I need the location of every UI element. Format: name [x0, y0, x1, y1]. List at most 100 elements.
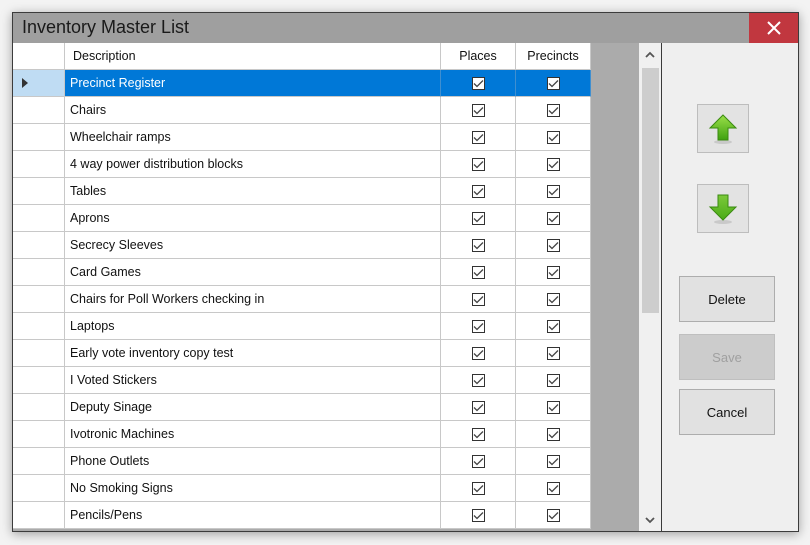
places-checkbox[interactable] — [471, 454, 485, 468]
row-header[interactable] — [13, 124, 65, 151]
row-header[interactable] — [13, 502, 65, 529]
move-down-button[interactable] — [697, 184, 749, 233]
row-header[interactable] — [13, 259, 65, 286]
description-cell[interactable]: Laptops — [65, 313, 441, 340]
row-header[interactable] — [13, 178, 65, 205]
title-bar[interactable]: Inventory Master List — [13, 13, 798, 44]
description-cell[interactable]: Early vote inventory copy test — [65, 340, 441, 367]
table-row[interactable]: Pencils/Pens — [13, 502, 591, 529]
description-cell[interactable]: Phone Outlets — [65, 448, 441, 475]
description-cell[interactable]: Tables — [65, 178, 441, 205]
precincts-checkbox[interactable] — [546, 265, 560, 279]
precincts-checkbox[interactable] — [546, 319, 560, 333]
scroll-up-button[interactable] — [639, 43, 661, 65]
table-row[interactable]: Ivotronic Machines — [13, 421, 591, 448]
description-cell[interactable]: Wheelchair ramps — [65, 124, 441, 151]
precincts-checkbox[interactable] — [546, 157, 560, 171]
description-cell[interactable]: Chairs — [65, 97, 441, 124]
precincts-checkbox[interactable] — [546, 184, 560, 198]
table-row[interactable]: Chairs for Poll Workers checking in — [13, 286, 591, 313]
places-checkbox[interactable] — [471, 184, 485, 198]
table-row[interactable]: 4 way power distribution blocks — [13, 151, 591, 178]
vertical-scrollbar[interactable] — [639, 43, 661, 531]
description-cell[interactable]: No Smoking Signs — [65, 475, 441, 502]
move-up-button[interactable] — [697, 104, 749, 153]
places-checkbox[interactable] — [471, 373, 485, 387]
column-header-places[interactable]: Places — [441, 43, 516, 70]
places-checkbox[interactable] — [471, 157, 485, 171]
places-checkbox[interactable] — [471, 292, 485, 306]
places-checkbox[interactable] — [471, 481, 485, 495]
description-cell[interactable]: Deputy Sinage — [65, 394, 441, 421]
precincts-checkbox[interactable] — [546, 481, 560, 495]
table-row[interactable]: Early vote inventory copy test — [13, 340, 591, 367]
description-cell[interactable]: Card Games — [65, 259, 441, 286]
scroll-down-button[interactable] — [639, 509, 661, 531]
places-checkbox[interactable] — [471, 238, 485, 252]
description-cell[interactable]: Ivotronic Machines — [65, 421, 441, 448]
table-row[interactable]: Card Games — [13, 259, 591, 286]
precincts-checkbox[interactable] — [546, 373, 560, 387]
precincts-checkbox[interactable] — [546, 400, 560, 414]
table-row[interactable]: Chairs — [13, 97, 591, 124]
row-header[interactable] — [13, 367, 65, 394]
table-row[interactable]: Precinct Register — [13, 70, 591, 97]
description-cell[interactable]: Secrecy Sleeves — [65, 232, 441, 259]
precincts-checkbox[interactable] — [546, 76, 560, 90]
precincts-checkbox[interactable] — [546, 508, 560, 522]
description-cell[interactable]: Aprons — [65, 205, 441, 232]
row-header[interactable] — [13, 313, 65, 340]
precincts-checkbox[interactable] — [546, 454, 560, 468]
precincts-checkbox[interactable] — [546, 427, 560, 441]
description-cell[interactable]: Pencils/Pens — [65, 502, 441, 529]
description-cell[interactable]: Precinct Register — [65, 70, 441, 97]
places-checkbox[interactable] — [471, 76, 485, 90]
window-title: Inventory Master List — [22, 17, 190, 37]
table-row[interactable]: I Voted Stickers — [13, 367, 591, 394]
places-checkbox[interactable] — [471, 211, 485, 225]
delete-button[interactable]: Delete — [679, 276, 775, 322]
row-header[interactable] — [13, 394, 65, 421]
table-row[interactable]: Aprons — [13, 205, 591, 232]
places-checkbox[interactable] — [471, 400, 485, 414]
places-checkbox[interactable] — [471, 265, 485, 279]
close-button[interactable] — [749, 13, 798, 43]
row-header[interactable] — [13, 151, 65, 178]
places-checkbox[interactable] — [471, 319, 485, 333]
places-checkbox[interactable] — [471, 346, 485, 360]
places-checkbox[interactable] — [471, 130, 485, 144]
precincts-checkbox[interactable] — [546, 103, 560, 117]
places-checkbox[interactable] — [471, 508, 485, 522]
precincts-checkbox[interactable] — [546, 238, 560, 252]
precincts-checkbox[interactable] — [546, 292, 560, 306]
precincts-checkbox[interactable] — [546, 211, 560, 225]
row-header[interactable] — [13, 97, 65, 124]
table-row[interactable]: Laptops — [13, 313, 591, 340]
table-row[interactable]: No Smoking Signs — [13, 475, 591, 502]
precincts-checkbox[interactable] — [546, 346, 560, 360]
row-header[interactable] — [13, 232, 65, 259]
row-header[interactable] — [13, 340, 65, 367]
table-row[interactable]: Wheelchair ramps — [13, 124, 591, 151]
cancel-button[interactable]: Cancel — [679, 389, 775, 435]
table-row[interactable]: Deputy Sinage — [13, 394, 591, 421]
row-header[interactable] — [13, 475, 65, 502]
row-header[interactable] — [13, 448, 65, 475]
description-cell[interactable]: 4 way power distribution blocks — [65, 151, 441, 178]
places-checkbox[interactable] — [471, 103, 485, 117]
column-header-precincts[interactable]: Precincts — [516, 43, 591, 70]
table-row[interactable]: Phone Outlets — [13, 448, 591, 475]
save-button[interactable]: Save — [679, 334, 775, 380]
row-header[interactable] — [13, 421, 65, 448]
column-header-description[interactable]: Description — [65, 43, 441, 70]
table-row[interactable]: Secrecy Sleeves — [13, 232, 591, 259]
row-header[interactable] — [13, 205, 65, 232]
description-cell[interactable]: I Voted Stickers — [65, 367, 441, 394]
row-header[interactable] — [13, 70, 65, 97]
places-checkbox[interactable] — [471, 427, 485, 441]
scrollbar-thumb[interactable] — [642, 68, 659, 313]
row-header[interactable] — [13, 286, 65, 313]
precincts-checkbox[interactable] — [546, 130, 560, 144]
description-cell[interactable]: Chairs for Poll Workers checking in — [65, 286, 441, 313]
table-row[interactable]: Tables — [13, 178, 591, 205]
